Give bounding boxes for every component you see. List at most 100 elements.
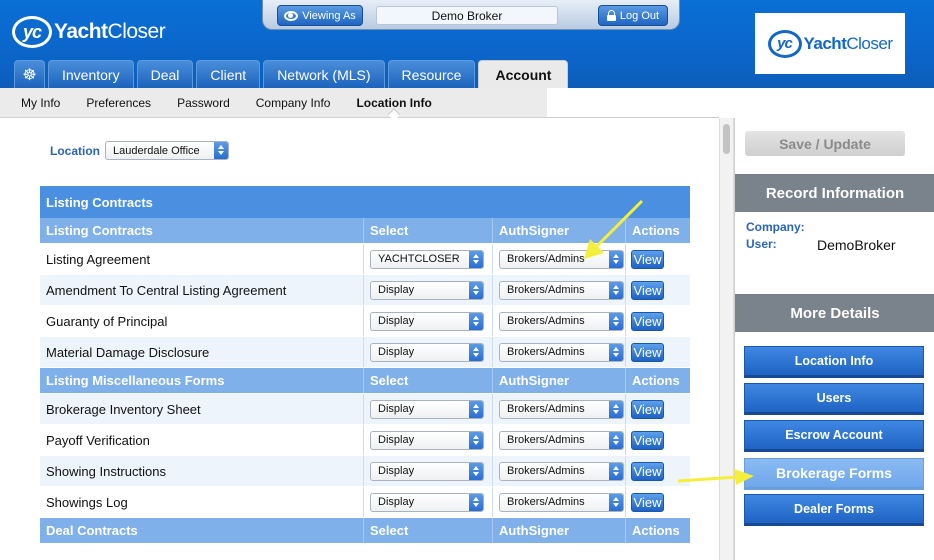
subnav-my-info[interactable]: My Info [21, 96, 60, 110]
authsigner-select[interactable]: Brokers/Admins [499, 249, 624, 269]
select-arrows-icon [469, 493, 483, 511]
detail-button-escrow-account[interactable]: Escrow Account [744, 420, 924, 452]
detail-button-users[interactable]: Users [744, 383, 924, 415]
select-arrows-icon [609, 462, 623, 480]
authsigner-select[interactable]: Brokers/Admins [499, 311, 624, 331]
table-row: Showing Instructions Display Brokers/Admin… [40, 456, 690, 487]
actions-cell: View [626, 337, 690, 367]
select-arrows-icon [609, 281, 623, 299]
form-select[interactable]: Display [370, 342, 484, 362]
subnav-location-info[interactable]: Location Info [356, 96, 431, 110]
select-arrows-icon [609, 493, 623, 511]
select-cell: Display [364, 306, 493, 336]
view-button[interactable]: View [631, 492, 664, 512]
detail-button-dealer-forms[interactable]: Dealer Forms [744, 494, 924, 526]
user-topbar: Viewing As Demo Broker Log Out [262, 0, 680, 30]
authsigner-select[interactable]: Brokers/Admins [499, 280, 624, 300]
form-select[interactable]: Display [370, 399, 484, 419]
view-button[interactable]: View [631, 461, 664, 481]
form-select-value: YACHTCLOSER [378, 253, 460, 265]
authsigner-select-value: Brokers/Admins [507, 346, 585, 358]
form-select[interactable]: Display [370, 280, 484, 300]
view-button[interactable]: View [631, 399, 664, 419]
authsigner-select[interactable]: Brokers/Admins [499, 430, 624, 450]
actions-cell: View [626, 487, 690, 517]
table-row: Listing Agreement YACHTCLOSER Brokers/Admi… [40, 244, 690, 275]
table-row: Guaranty of Principal Display Brokers/Admi… [40, 306, 690, 337]
form-select[interactable]: Display [370, 492, 484, 512]
view-button[interactable]: View [631, 280, 664, 300]
column-header: Select [364, 368, 493, 393]
lock-icon [606, 10, 616, 21]
authsigner-cell: Brokers/Admins [493, 394, 626, 424]
view-button[interactable]: View [631, 430, 664, 450]
subnav-company-info[interactable]: Company Info [256, 96, 331, 110]
scroll-thumb[interactable] [723, 124, 730, 154]
actions-cell: View [626, 456, 690, 486]
form-name: Material Damage Disclosure [40, 337, 364, 367]
logout-button[interactable]: Log Out [598, 5, 668, 26]
form-select[interactable]: Display [370, 311, 484, 331]
select-arrows-icon [469, 312, 483, 330]
form-name: Guaranty of Principal [40, 306, 364, 336]
company-label: Company: [746, 220, 805, 234]
select-cell: Display [364, 394, 493, 424]
form-name: Showings Log [40, 487, 364, 517]
authsigner-select[interactable]: Brokers/Admins [499, 342, 624, 362]
form-name: Amendment To Central Listing Agreement [40, 275, 364, 305]
app-logo[interactable]: yc YachtCloser [12, 16, 166, 48]
form-select[interactable]: Display [370, 430, 484, 450]
column-header: Select [364, 218, 493, 243]
account-subnav: My Info Preferences Password Company Inf… [0, 88, 547, 118]
viewing-as-label: Viewing As [302, 9, 356, 22]
form-select-value: Display [378, 496, 415, 508]
form-select-value: Display [378, 403, 415, 415]
form-select[interactable]: Display [370, 461, 484, 481]
tab-account[interactable]: Account [478, 60, 569, 88]
detail-button-brokerage-forms[interactable]: Brokerage Forms [744, 458, 924, 490]
authsigner-cell: Brokers/Admins [493, 275, 626, 305]
subnav-preferences[interactable]: Preferences [86, 96, 151, 110]
viewing-as-button[interactable]: Viewing As [277, 5, 363, 26]
actions-cell: View [626, 244, 690, 274]
authsigner-select[interactable]: Brokers/Admins [499, 492, 624, 512]
tab-home[interactable]: ☸ [14, 60, 45, 88]
record-information-heading: Record Information [735, 174, 934, 212]
view-button[interactable]: View [631, 249, 664, 269]
select-cell: Display [364, 275, 493, 305]
form-select[interactable]: YACHTCLOSER [370, 249, 484, 269]
form-select-value: Display [378, 434, 415, 446]
main-scrollbar[interactable] [719, 118, 734, 560]
column-header: Listing Contracts [40, 218, 364, 243]
tab-network-mls[interactable]: Network (MLS) [263, 60, 385, 88]
form-name: Showing Instructions [40, 456, 364, 486]
broker-name-field[interactable]: Demo Broker [376, 6, 558, 25]
select-arrows-icon [214, 142, 228, 159]
authsigner-select-value: Brokers/Admins [507, 434, 585, 446]
table-section-header: Listing Contracts Select AuthSigner Actions [40, 218, 690, 244]
select-arrows-icon [609, 250, 623, 268]
select-cell: Display [364, 456, 493, 486]
select-arrows-icon [469, 343, 483, 361]
view-button[interactable]: View [631, 342, 664, 362]
select-arrows-icon [469, 462, 483, 480]
authsigner-cell: Brokers/Admins [493, 456, 626, 486]
authsigner-select-value: Brokers/Admins [507, 315, 585, 327]
detail-button-location-info[interactable]: Location Info [744, 346, 924, 378]
authsigner-select[interactable]: Brokers/Admins [499, 399, 624, 419]
tab-deal[interactable]: Deal [136, 60, 194, 88]
helm-icon: ☸ [22, 66, 37, 84]
subnav-password[interactable]: Password [177, 96, 230, 110]
form-select-value: Display [378, 315, 415, 327]
location-select[interactable]: Lauderdale Office [105, 141, 229, 160]
authsigner-select[interactable]: Brokers/Admins [499, 461, 624, 481]
form-name: Listing Agreement [40, 244, 364, 274]
view-button[interactable]: View [631, 311, 664, 331]
save-update-button[interactable]: Save / Update [745, 131, 905, 156]
tab-inventory[interactable]: Inventory [48, 60, 134, 88]
logo-text: YachtCloser [54, 20, 166, 43]
user-label: User: [746, 237, 777, 251]
tab-resource[interactable]: Resource [387, 60, 476, 88]
select-arrows-icon [469, 250, 483, 268]
tab-client[interactable]: Client [196, 60, 261, 88]
